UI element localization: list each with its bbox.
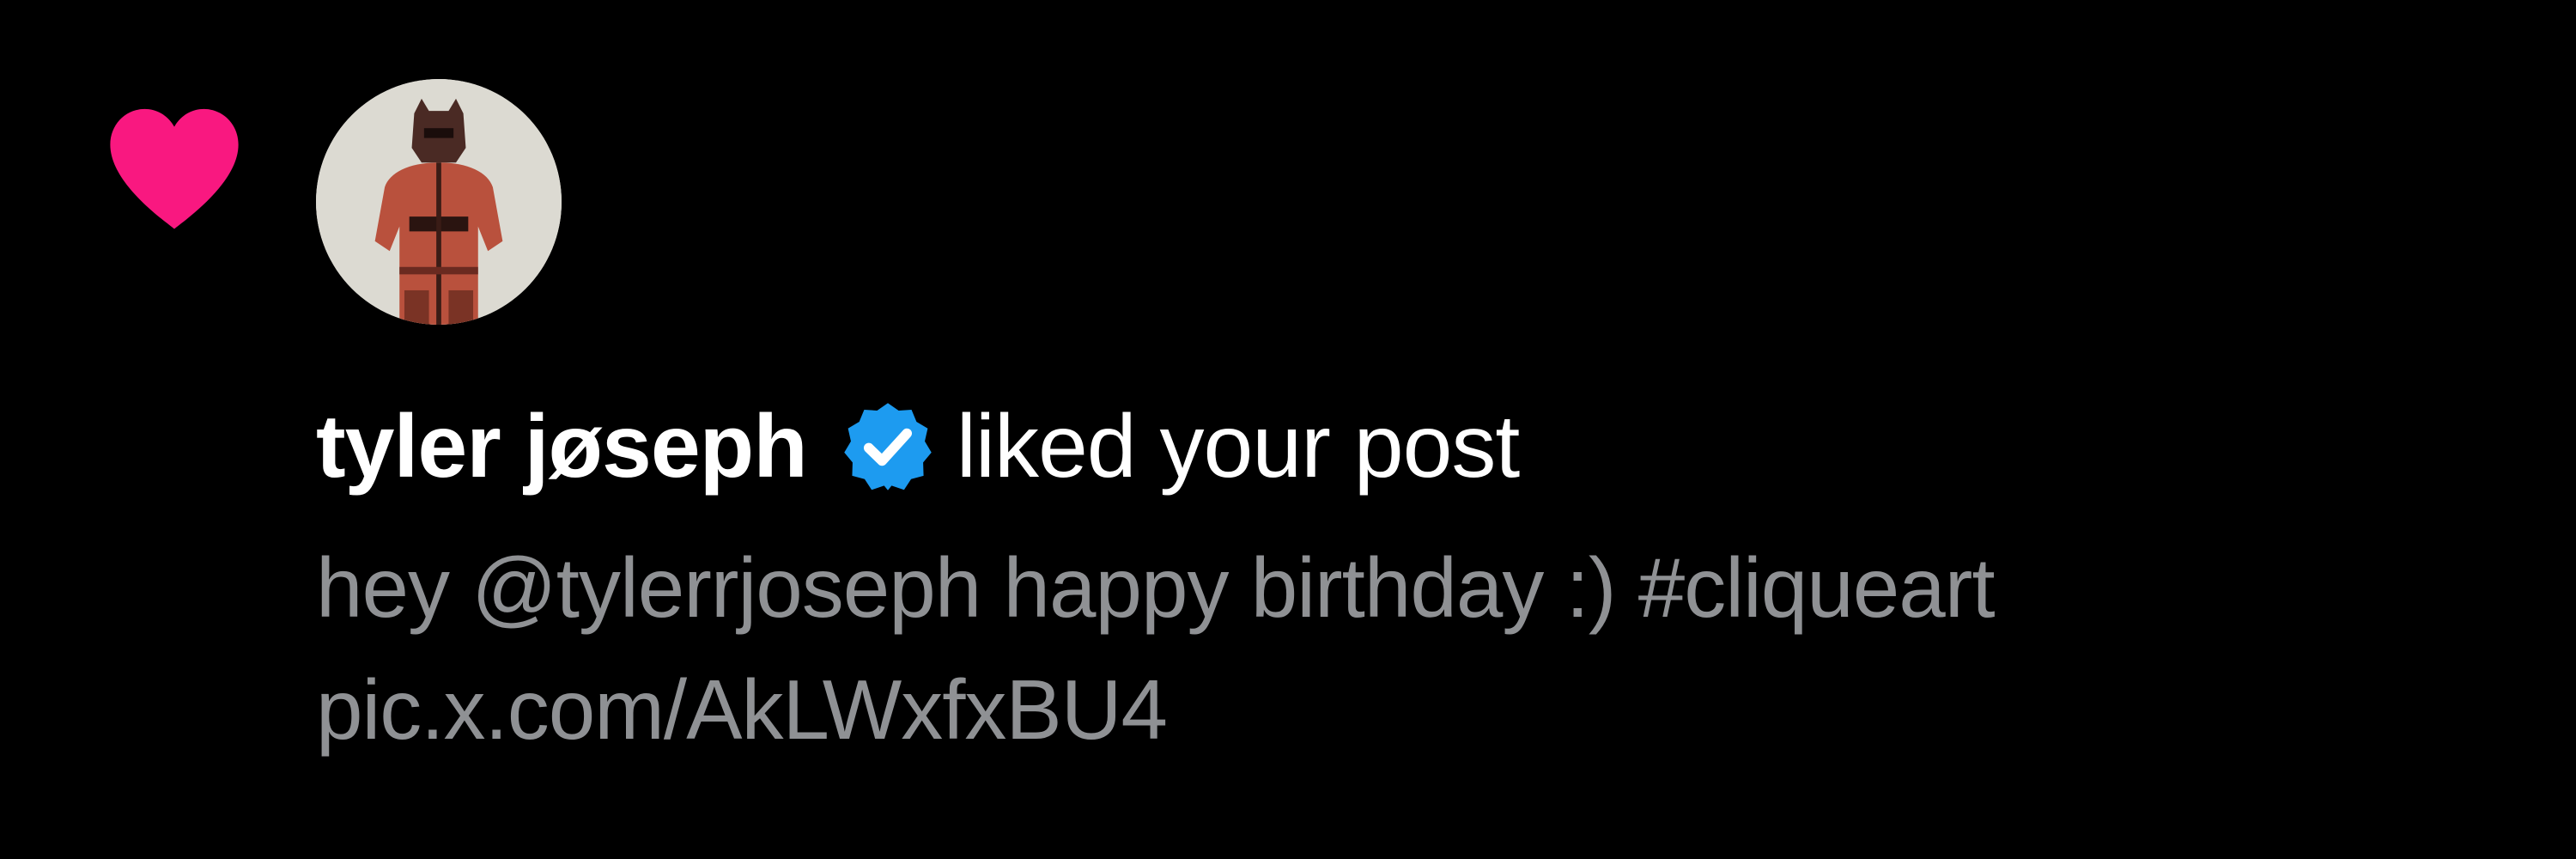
action-text: liked your post (956, 397, 1521, 497)
notification-content: tyler jøseph liked your post hey @tylerr… (316, 391, 2531, 771)
post-link[interactable]: pic.x.com/AkLWxfxBU4 (316, 649, 2531, 771)
heart-icon (110, 108, 239, 229)
avatar[interactable] (316, 79, 562, 325)
verified-badge-icon (838, 397, 938, 497)
post-text-line: hey @tylerrjoseph happy birthday :) #cli… (316, 540, 1996, 635)
avatar-image (316, 79, 562, 325)
user-display-name[interactable]: tyler jøseph (316, 391, 808, 503)
post-text[interactable]: hey @tylerrjoseph happy birthday :) #cli… (316, 527, 2531, 771)
notification-headline: tyler jøseph liked your post (316, 391, 2531, 503)
like-notification[interactable]: tyler jøseph liked your post hey @tylerr… (0, 0, 2576, 859)
